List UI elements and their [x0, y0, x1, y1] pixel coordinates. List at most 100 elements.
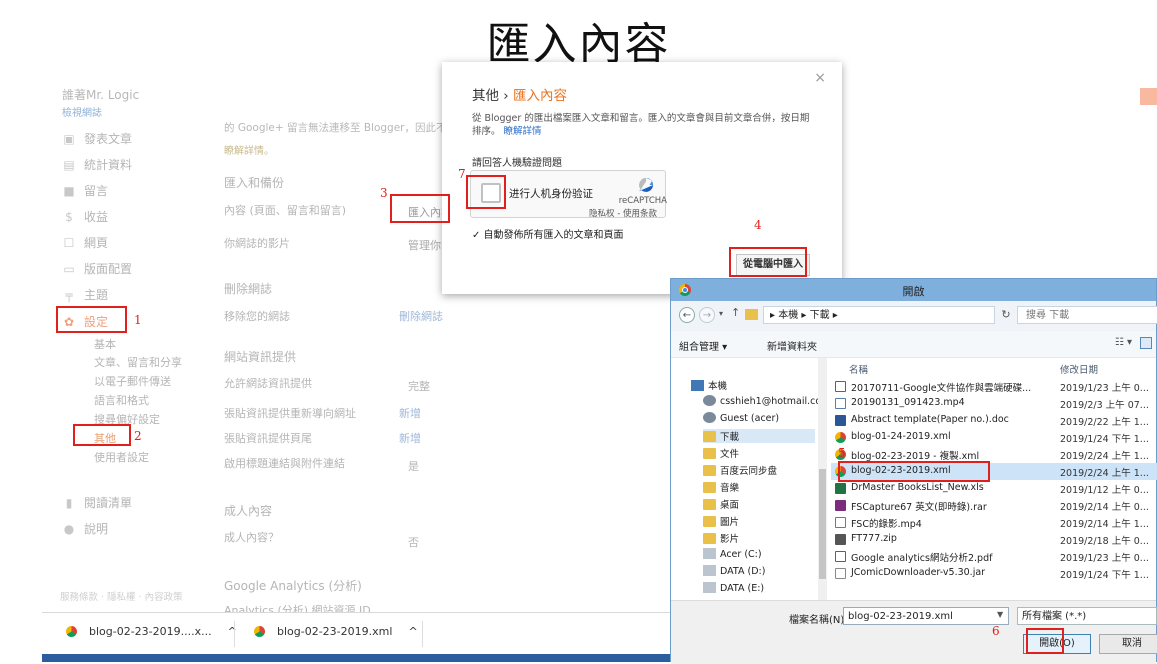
- nav-item-documents[interactable]: 文件: [703, 446, 739, 460]
- annotation-box-from-computer: [729, 247, 807, 277]
- file-row[interactable]: Abstract template(Paper no.).doc 2019/2/2…: [831, 412, 1157, 429]
- title-links-select[interactable]: 是: [408, 458, 419, 474]
- adult-select[interactable]: 否: [408, 534, 419, 550]
- file-name: FT777.zip: [851, 533, 897, 544]
- file-row[interactable]: blog-01-24-2019.xml 2019/1/24 下午 1...: [831, 429, 1157, 446]
- nav-item-baidu[interactable]: 百度云同步盘: [703, 463, 777, 477]
- column-header-name[interactable]: 名稱: [849, 362, 868, 376]
- section-delete-blog: 刪除網誌: [224, 282, 273, 296]
- file-row[interactable]: Google analytics網站分析2.pdf 2019/1/23 上午 0.…: [831, 548, 1157, 565]
- sidebar-item-help[interactable]: ● 說明: [62, 520, 108, 537]
- learn-more-link[interactable]: 瞭解詳情: [504, 126, 542, 137]
- nav-item-drive-c[interactable]: Acer (C:): [703, 548, 762, 560]
- nav-item-drive-d[interactable]: DATA (D:): [703, 565, 765, 577]
- download-item[interactable]: blog-02-23-2019.xml ^: [254, 625, 418, 638]
- user-icon: [703, 395, 716, 406]
- file-row[interactable]: 20170711-Google文件協作與雲端硬碟... 2019/1/23 上午 …: [831, 378, 1157, 395]
- captcha-terms-link[interactable]: 隐私权 - 使用条款: [589, 207, 657, 219]
- back-icon[interactable]: ←: [679, 307, 695, 323]
- sidebar-item-comments[interactable]: ■ 留言: [62, 182, 108, 199]
- sidebar-item-reading-list[interactable]: ▮ 閱讀清單: [62, 494, 132, 511]
- blog-author[interactable]: 誰著Mr. Logic: [62, 86, 139, 103]
- chevron-up-icon[interactable]: ^: [228, 625, 237, 638]
- nav-item-music[interactable]: 音樂: [703, 480, 739, 494]
- redirect-add-link[interactable]: 新增: [399, 405, 421, 421]
- file-row[interactable]: FSCapture67 英文(即時錄).rar 2019/2/14 上午 0...: [831, 497, 1157, 514]
- comment-icon: ■: [63, 184, 75, 198]
- search-input[interactable]: 搜尋 下載: [1017, 306, 1157, 324]
- nav-item-user-2[interactable]: Guest (acer): [703, 412, 779, 424]
- stats-icon: ▤: [63, 158, 75, 172]
- auto-publish-checkbox[interactable]: ✓ 自動發佈所有匯入的文章和頁面: [472, 226, 624, 241]
- footer-links[interactable]: 服務條款 · 隱私權 · 內容政策: [60, 589, 183, 603]
- preview-pane-icon[interactable]: [1140, 337, 1152, 349]
- sidebar-item-posts[interactable]: ▣ 發表文章: [62, 130, 132, 147]
- filetype-select[interactable]: 所有檔案 (*.*): [1017, 607, 1157, 625]
- chevron-up-icon[interactable]: ^: [408, 625, 417, 638]
- breadcrumb-parent[interactable]: 其他: [472, 88, 499, 104]
- nav-item-this-pc[interactable]: 本機: [691, 378, 727, 392]
- file-date: 2019/1/24 下午 1...: [1060, 434, 1149, 445]
- path-breadcrumb[interactable]: ▸ 本機 ▸ 下載 ▸: [763, 306, 995, 324]
- folder-icon: [703, 516, 716, 527]
- profile-badge[interactable]: [1140, 88, 1157, 105]
- folder-icon: [703, 448, 716, 459]
- feed-footer-add-link[interactable]: 新增: [399, 430, 421, 446]
- mp4-file-icon: [835, 398, 846, 409]
- nav-item-user-1[interactable]: csshieh1@hotmail.com: [703, 395, 827, 407]
- settings-sub-language[interactable]: 語言和格式: [94, 392, 149, 408]
- section-feed: 網站資訊提供: [224, 350, 297, 364]
- settings-sub-basic[interactable]: 基本: [94, 336, 116, 352]
- annotation-box-captcha: [466, 175, 506, 209]
- refresh-icon[interactable]: ↻: [997, 306, 1015, 324]
- filename-input[interactable]: blog-02-23-2019.xml: [843, 607, 1009, 625]
- nav-item-downloads[interactable]: 下載: [703, 429, 815, 443]
- file-name: Google analytics網站分析2.pdf: [851, 553, 993, 564]
- allow-feed-select[interactable]: 完整: [408, 378, 430, 394]
- forward-icon[interactable]: →: [699, 307, 715, 323]
- organize-menu[interactable]: 組合管理 ▾: [679, 338, 727, 353]
- bookmark-icon: ▮: [65, 496, 73, 510]
- captcha-label: 請回答人機驗證問題: [472, 158, 562, 169]
- view-options-icon[interactable]: ☷ ▾: [1115, 337, 1132, 348]
- new-folder-button[interactable]: 新增資料夾: [767, 338, 817, 353]
- zip-file-icon: [835, 534, 846, 545]
- file-row[interactable]: JComicDownloader-v5.30.jar 2019/1/24 下午 1…: [831, 565, 1157, 582]
- sidebar-item-layout[interactable]: ▭ 版面配置: [62, 260, 132, 277]
- sidebar-item-stats[interactable]: ▤ 統計資料: [62, 156, 132, 173]
- view-blog-link[interactable]: 檢視網誌: [62, 104, 102, 119]
- dialog-description: 從 Blogger 的匯出檔案匯入文章和留言。匯入的文章會與目前文章合併，按日期…: [472, 113, 810, 137]
- section-ga: Google Analytics (分析): [224, 579, 362, 593]
- xml-file-icon: [835, 432, 846, 443]
- breadcrumb-separator: ›: [503, 88, 509, 104]
- nav-item-pictures[interactable]: 圖片: [703, 514, 739, 528]
- drive-icon: [703, 548, 716, 559]
- cancel-button[interactable]: 取消: [1099, 634, 1157, 654]
- section-adult: 成人內容: [224, 504, 273, 518]
- download-item[interactable]: blog-02-23-2019....x... ^: [66, 625, 237, 638]
- settings-sub-email[interactable]: 以電子郵件傳送: [94, 373, 171, 389]
- column-header-date[interactable]: 修改日期: [1060, 362, 1098, 376]
- dialog-titlebar[interactable]: 開啟: [671, 279, 1156, 301]
- nav-item-videos[interactable]: 影片: [703, 531, 739, 545]
- sidebar-item-pages[interactable]: ☐ 網頁: [62, 234, 108, 251]
- recent-dropdown-icon[interactable]: ▾: [719, 309, 723, 318]
- delete-blog-link[interactable]: 刪除網誌: [399, 308, 443, 324]
- close-icon[interactable]: ×: [814, 70, 826, 86]
- sidebar-item-theme[interactable]: ╤ 主題: [62, 286, 108, 303]
- nav-item-desktop[interactable]: 桌面: [703, 497, 739, 511]
- up-icon[interactable]: ↑: [731, 306, 740, 319]
- file-row[interactable]: FT777.zip 2019/2/18 上午 0...: [831, 531, 1157, 548]
- chevron-down-icon[interactable]: ▼: [997, 610, 1003, 619]
- settings-sub-posts[interactable]: 文章、留言和分享: [94, 354, 182, 370]
- file-row[interactable]: FSC的錄影.mp4 2019/2/14 上午 1...: [831, 514, 1157, 531]
- sidebar-item-earnings[interactable]: $ 收益: [62, 208, 108, 225]
- file-name: Abstract template(Paper no.).doc: [851, 414, 1009, 425]
- nav-item-drive-e[interactable]: DATA (E:): [703, 582, 764, 594]
- nav-scrollbar-thumb[interactable]: [819, 469, 826, 579]
- settings-sub-users[interactable]: 使用者設定: [94, 449, 149, 465]
- learn-more-link[interactable]: 瞭解詳情。: [224, 142, 274, 157]
- file-row[interactable]: 20190131_091423.mp4 2019/2/3 上午 07...: [831, 395, 1157, 412]
- file-row[interactable]: DrMaster BooksList_New.xls 2019/1/12 上午 0…: [831, 480, 1157, 497]
- file-name: blog-01-24-2019.xml: [851, 431, 951, 442]
